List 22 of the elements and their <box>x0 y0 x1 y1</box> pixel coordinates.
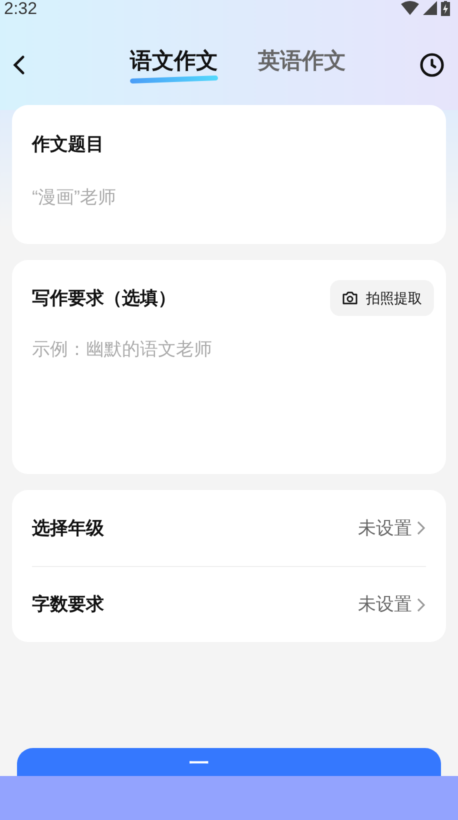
row-label: 字数要求 <box>32 593 104 616</box>
history-icon[interactable] <box>418 51 446 79</box>
row-label: 选择年级 <box>32 516 104 540</box>
card-title: 作文题目 <box>32 133 105 156</box>
settings-row[interactable]: 选择年级 未设置 <box>32 490 426 566</box>
signal-icon <box>423 1 437 15</box>
tab[interactable]: 语文作文 <box>130 46 218 84</box>
tab[interactable]: 英语作文 <box>258 46 346 84</box>
chevron-right-icon <box>416 596 426 612</box>
wifi-icon <box>401 1 419 15</box>
topic-input[interactable]: “漫画”老师 <box>32 184 426 211</box>
submit-button[interactable]: 一 <box>17 748 441 776</box>
card-title: 写作要求（选填） <box>32 286 176 310</box>
row-value: 未设置 <box>358 593 412 616</box>
status-time: 2:32 <box>4 0 38 16</box>
battery-icon <box>441 0 450 16</box>
chevron-right-icon <box>416 520 426 536</box>
requirements-field[interactable]: 写作要求（选填） 拍照提取 示例：幽默的语文老师 <box>12 260 446 474</box>
row-value: 未设置 <box>358 516 412 540</box>
camera-icon <box>342 291 358 305</box>
settings-row[interactable]: 字数要求 未设置 <box>32 566 426 642</box>
photo-extract-button[interactable]: 拍照提取 <box>330 280 434 316</box>
